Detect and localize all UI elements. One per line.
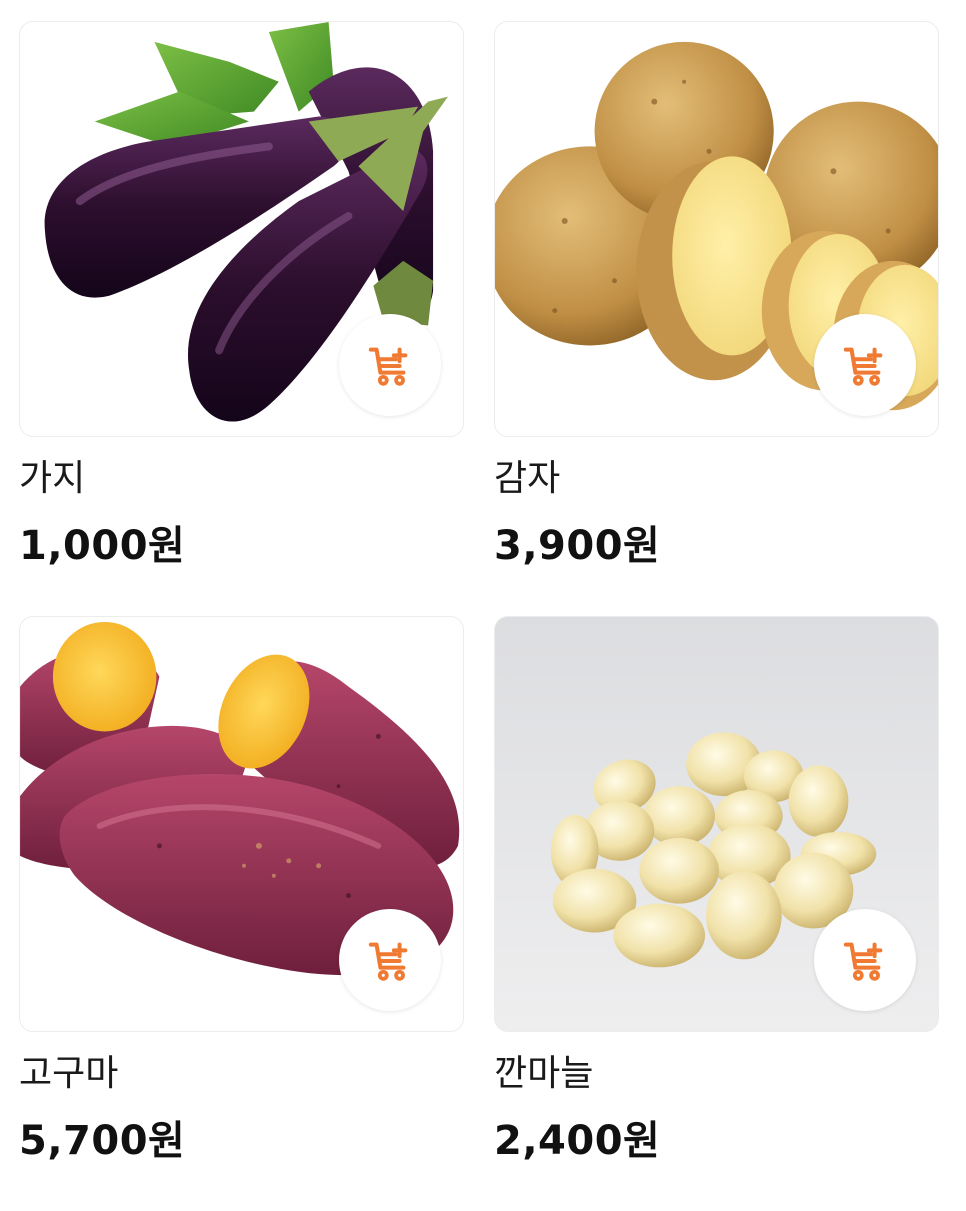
product-price: 5,700원 [19,1118,186,1164]
product-card[interactable]: 감자 3,900원 [494,21,939,616]
product-price: 2,400원 [494,1118,661,1164]
product-image[interactable] [494,616,939,1032]
product-card[interactable]: 고구마 5,700원 [19,616,464,1211]
product-image[interactable] [19,21,464,437]
product-grid: 가지 1,000원 감자 3,900원 고구마 5,700원 깐마늘 2,400… [19,21,939,1211]
cart-plus-icon [367,342,413,388]
product-name: 고구마 [19,1053,119,1094]
product-price: 3,900원 [494,523,661,569]
add-to-cart-button[interactable] [339,909,441,1011]
product-name: 깐마늘 [494,1053,594,1094]
add-to-cart-button[interactable] [814,314,916,416]
cart-plus-icon [842,342,888,388]
product-price: 1,000원 [19,523,186,569]
product-image[interactable] [19,616,464,1032]
product-card[interactable]: 깐마늘 2,400원 [494,616,939,1211]
add-to-cart-button[interactable] [339,314,441,416]
cart-plus-icon [367,937,413,983]
product-image[interactable] [494,21,939,437]
product-name: 가지 [19,458,86,499]
cart-plus-icon [842,937,888,983]
add-to-cart-button[interactable] [814,909,916,1011]
product-name: 감자 [494,458,561,499]
product-card[interactable]: 가지 1,000원 [19,21,464,616]
